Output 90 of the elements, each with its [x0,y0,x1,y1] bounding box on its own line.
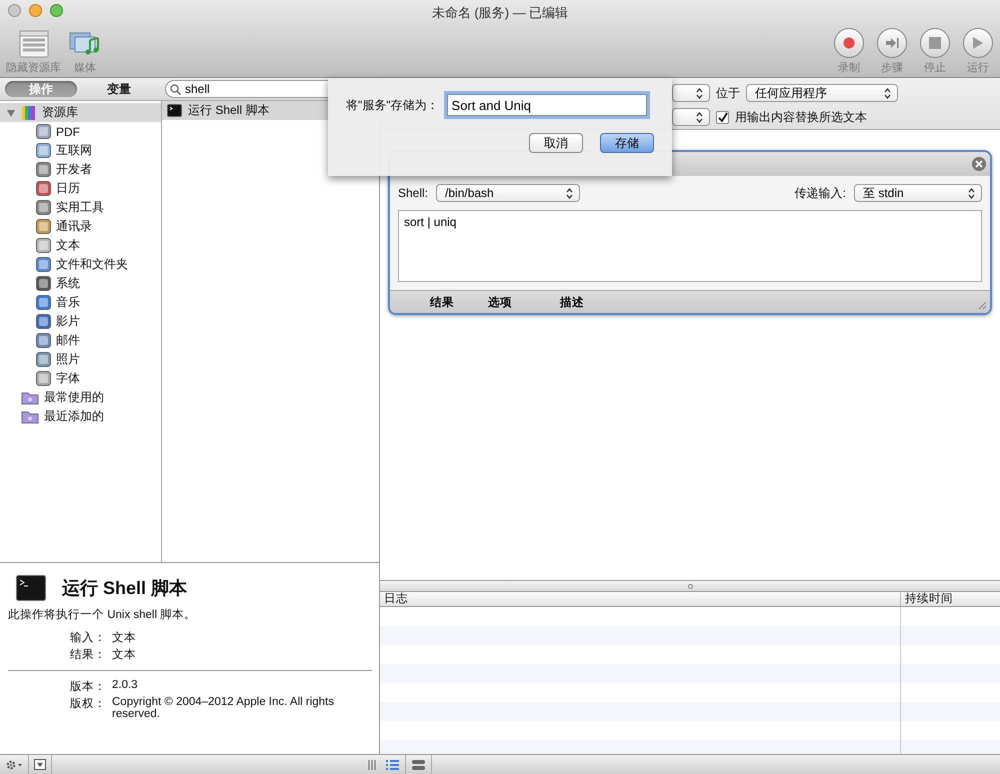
column-header[interactable]: 日志 [380,592,900,606]
script-editor[interactable]: sort | uniq [398,210,982,282]
library-item[interactable]: 文本 [0,236,161,255]
popup-arrows-icon [696,112,703,122]
resize-handle-icon[interactable] [368,760,376,770]
column-header[interactable]: 持续时间 [900,592,1000,606]
library-item[interactable]: 音乐 [0,293,161,312]
list-icon [386,760,399,770]
search-icon [170,84,181,95]
info-label: 结果： [69,648,106,662]
card-tab[interactable]: 选项 [488,294,546,310]
category-icon [36,162,51,177]
popup-button[interactable] [672,108,710,126]
library-item[interactable]: 影片 [0,312,161,331]
category-icon [36,276,51,291]
popup-arrows-icon [968,188,975,198]
minimize-button[interactable] [29,4,42,17]
close-icon[interactable] [972,157,986,171]
down-arrow-box-icon [34,759,46,770]
terminal-icon [16,575,46,601]
category-icon [36,181,51,196]
location-label: 位于 [716,84,740,102]
library-item[interactable]: 照片 [0,350,161,369]
zoom-button[interactable] [50,4,63,17]
popup-arrows-icon [566,188,574,198]
disclosure-triangle-icon[interactable] [6,108,16,118]
library-item[interactable]: 邮件 [0,331,161,350]
library-item[interactable]: 最近添加的 [0,407,161,426]
gear-icon [5,758,23,770]
library-item[interactable]: 字体 [0,369,161,388]
checkbox-label: 用输出内容替换所选文本 [735,108,867,126]
dialog-button[interactable]: 取消 [529,133,583,153]
category-icon [36,143,51,158]
popup-button[interactable] [672,84,710,102]
library-item[interactable]: 资源库 [0,103,161,122]
action-description: 此操作将执行一个 Unix shell 脚本。 [8,608,198,622]
window-list-icon [18,30,48,58]
library-item[interactable]: 实用工具 [0,198,161,217]
library-item[interactable]: PDF [0,122,161,141]
terminal-icon [167,104,182,117]
category-icon [36,314,51,329]
category-icon [36,238,51,253]
application-popup[interactable]: 任何应用程序 [746,84,898,102]
info-value: 文本 [112,648,137,662]
category-icon [36,333,51,348]
smart-folder-icon [21,390,39,404]
stacked-rows-icon [412,760,425,770]
info-label: 版本： [69,680,106,694]
shell-label: Shell: [398,186,428,200]
resize-grip-icon[interactable] [977,300,987,310]
splitter-handle-icon[interactable] [688,584,692,588]
info-value: 2.0.3 [112,679,139,693]
stop-icon [920,28,950,58]
library-item[interactable]: 互联网 [0,141,161,160]
category-icon [36,124,51,139]
library-item[interactable]: 最常使用的 [0,388,161,407]
category-icon [36,200,51,215]
library-icon [21,104,37,120]
window-title: 未命名 (服务) — 已编辑 [432,5,568,20]
popup-arrows-icon [696,88,703,98]
category-icon [36,352,51,367]
library-item[interactable]: 通讯录 [0,217,161,236]
step-icon [877,28,907,58]
category-icon [36,257,51,272]
smart-folder-icon [21,410,39,424]
info-value: 文本 [112,630,137,645]
dialog-button[interactable]: 存储 [600,133,654,153]
info-value: Copyright © 2004–2012 Apple Inc. All rights reserved. [112,696,336,720]
play-icon [963,28,993,58]
info-label: 版权： [69,696,106,712]
card-tab[interactable]: 结果 [430,294,488,310]
card-tab[interactable]: 描述 [560,294,618,310]
category-icon [36,371,51,386]
library-item[interactable]: 系统 [0,274,161,293]
library-item[interactable]: 开发者 [0,160,161,179]
input-label: 传递输入: [794,184,846,202]
info-label: 输入： [69,630,106,645]
action-title: 运行 Shell 脚本 [62,577,188,600]
close-button[interactable] [8,4,21,17]
shell-popup[interactable]: /bin/bash [436,184,580,202]
name-field[interactable]: Sort and Uniq [446,94,647,116]
mode-tab[interactable]: 变量 [83,81,155,97]
checkbox[interactable] [716,110,729,124]
category-icon [36,295,51,310]
category-icon [36,219,51,234]
library-item[interactable]: 文件和文件夹 [0,255,161,274]
popup-arrows-icon [884,88,891,98]
record-icon [834,28,864,58]
input-popup[interactable]: 至 stdin [854,184,982,202]
library-item[interactable]: 日历 [0,179,161,198]
